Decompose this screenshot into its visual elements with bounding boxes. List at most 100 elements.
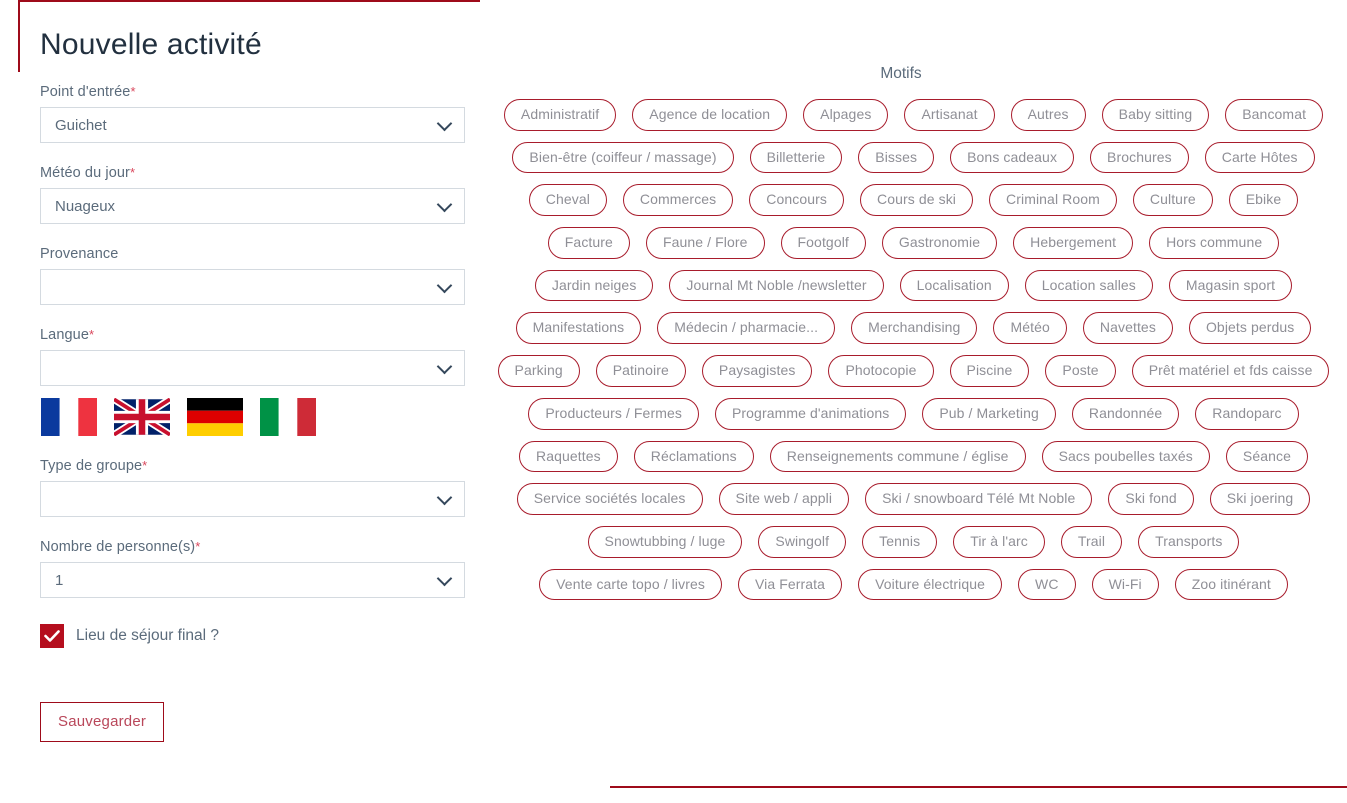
motif-tag[interactable]: Transports [1138,526,1239,558]
flag-france-icon[interactable] [41,398,97,436]
motif-tag[interactable]: Location salles [1025,270,1153,302]
select-meteo-du-jour[interactable]: Nuageux [40,188,465,224]
motif-tag[interactable]: Merchandising [851,312,977,344]
checkbox-row-lieu-sejour-final[interactable]: Lieu de séjour final ? [40,624,480,648]
motif-tag[interactable]: Navettes [1083,312,1173,344]
select-langue[interactable] [40,350,465,386]
motif-tag[interactable]: Facture [548,227,630,259]
motifs-tag-list: Administratif Agence de location Alpages Ar… [480,83,1347,600]
motif-tag[interactable]: Programme d'animations [715,398,906,430]
motif-tag[interactable]: Hors commune [1149,227,1279,259]
motif-tag[interactable]: Carte Hôtes [1205,142,1315,174]
select-provenance[interactable] [40,269,465,305]
motif-tag[interactable]: Poste [1045,355,1115,387]
motif-tag[interactable]: Journal Mt Noble /newsletter [669,270,883,302]
motif-tag[interactable]: Producteurs / Fermes [528,398,699,430]
motif-tag[interactable]: Randonnée [1072,398,1179,430]
motif-row: Vente carte topo / livres Via Ferrata Voit… [494,569,1333,601]
motif-tag[interactable]: Pub / Marketing [922,398,1056,430]
field-label-text: Nombre de personne(s) [40,539,195,555]
motif-tag[interactable]: Gastronomie [882,227,997,259]
motif-tag[interactable]: Patinoire [596,355,686,387]
motif-tag[interactable]: Trail [1061,526,1122,558]
motif-tag[interactable]: Séance [1226,441,1308,473]
motif-tag[interactable]: Vente carte topo / livres [539,569,722,601]
motif-tag[interactable]: Baby sitting [1102,99,1210,131]
motif-tag[interactable]: Concours [749,184,844,216]
chevron-down-icon [437,571,453,587]
motif-tag[interactable]: Parking [498,355,580,387]
motif-tag[interactable]: Magasin sport [1169,270,1292,302]
motif-tag[interactable]: Manifestations [516,312,642,344]
field-nombre-de-personnes: Nombre de personne(s)* 1 [40,539,480,598]
motif-tag[interactable]: Culture [1133,184,1213,216]
chevron-down-icon [437,116,453,132]
motif-tag[interactable]: Raquettes [519,441,618,473]
motif-tag[interactable]: Service sociétés locales [517,483,703,515]
motif-tag[interactable]: Voiture électrique [858,569,1002,601]
motif-tag[interactable]: Ebike [1229,184,1299,216]
motif-row: Manifestations Médecin / pharmacie... Merc… [494,312,1333,344]
field-label: Météo du jour* [40,165,480,181]
motif-tag[interactable]: Prêt matériel et fds caisse [1132,355,1330,387]
motif-tag[interactable]: Bancomat [1225,99,1323,131]
motif-tag[interactable]: Paysagistes [702,355,813,387]
select-nombre-de-personnes[interactable]: 1 [40,562,465,598]
motif-tag[interactable]: Cours de ski [860,184,973,216]
motif-tag[interactable]: Billetterie [750,142,843,174]
motif-tag[interactable]: Agence de location [632,99,787,131]
motif-tag[interactable]: Randoparc [1195,398,1298,430]
motif-tag[interactable]: Localisation [900,270,1009,302]
motif-tag[interactable]: Snowtubbing / luge [588,526,743,558]
flag-uk-icon[interactable] [114,398,170,436]
select-point-entree[interactable]: Guichet [40,107,465,143]
motif-tag[interactable]: Wi-Fi [1092,569,1159,601]
motif-tag[interactable]: Objets perdus [1189,312,1311,344]
select-type-de-groupe[interactable] [40,481,465,517]
required-marker: * [130,165,135,180]
motif-tag[interactable]: Ski fond [1108,483,1193,515]
motif-tag[interactable]: Administratif [504,99,616,131]
motif-tag[interactable]: Artisanat [904,99,994,131]
field-label-text: Provenance [40,246,118,262]
motif-tag[interactable]: Bien-être (coiffeur / massage) [512,142,733,174]
motif-tag[interactable]: Renseignements commune / église [770,441,1026,473]
motif-tag[interactable]: Alpages [803,99,888,131]
save-button[interactable]: Sauvegarder [40,702,164,742]
motif-tag[interactable]: Ski joering [1210,483,1310,515]
motif-tag[interactable]: Zoo itinérant [1175,569,1288,601]
motif-tag[interactable]: Photocopie [828,355,933,387]
motif-tag[interactable]: Swingolf [758,526,846,558]
flag-italy-icon[interactable] [260,398,316,436]
motif-tag[interactable]: Météo [993,312,1066,344]
motif-tag[interactable]: Brochures [1090,142,1189,174]
motif-tag[interactable]: Footgolf [781,227,866,259]
motif-tag[interactable]: Tir à l'arc [953,526,1045,558]
chevron-down-icon [437,278,453,294]
motif-tag[interactable]: Via Ferrata [738,569,842,601]
motif-tag[interactable]: Ski / snowboard Télé Mt Noble [865,483,1092,515]
motif-tag[interactable]: Faune / Flore [646,227,765,259]
flag-germany-icon[interactable] [187,398,243,436]
motif-row: Jardin neiges Journal Mt Noble /newslette… [494,270,1333,302]
motif-tag[interactable]: Cheval [529,184,607,216]
motif-tag[interactable]: Bisses [858,142,934,174]
motif-tag[interactable]: Criminal Room [989,184,1117,216]
bottom-divider [610,786,1347,788]
motif-tag[interactable]: Commerces [623,184,733,216]
motif-tag[interactable]: Médecin / pharmacie... [657,312,835,344]
motif-row: Administratif Agence de location Alpages Ar… [494,99,1333,131]
checkbox-lieu-sejour-final[interactable] [40,624,64,648]
motif-tag[interactable]: Tennis [862,526,937,558]
chevron-down-icon [437,359,453,375]
chevron-down-icon [437,490,453,506]
motif-tag[interactable]: Hebergement [1013,227,1133,259]
motif-tag[interactable]: Bons cadeaux [950,142,1074,174]
motif-tag[interactable]: Site web / appli [719,483,850,515]
motif-tag[interactable]: Réclamations [634,441,754,473]
motif-tag[interactable]: WC [1018,569,1076,601]
motif-tag[interactable]: Autres [1011,99,1086,131]
motif-tag[interactable]: Jardin neiges [535,270,654,302]
motif-tag[interactable]: Piscine [950,355,1030,387]
motif-tag[interactable]: Sacs poubelles taxés [1042,441,1210,473]
